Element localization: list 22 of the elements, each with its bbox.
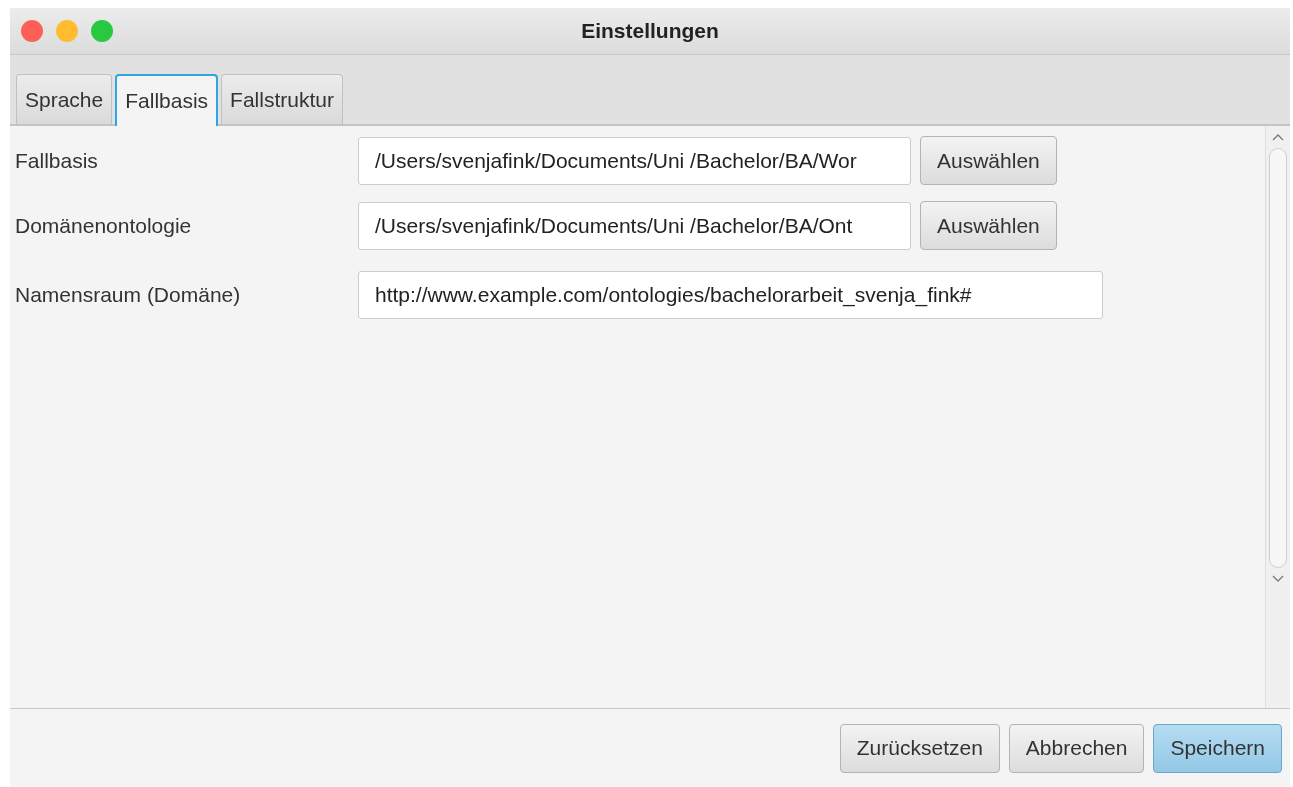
choose-button[interactable]: Auswählen — [920, 201, 1057, 250]
choose-button[interactable]: Auswählen — [920, 136, 1057, 185]
field-label: Namensraum (Domäne) — [14, 282, 242, 307]
scrollbar[interactable] — [1265, 126, 1290, 708]
close-icon[interactable] — [21, 20, 43, 42]
tab[interactable]: Fallstruktur — [221, 74, 343, 124]
input-field[interactable]: http://www.example.com/ontologies/bachelorarbeit_svenja_fink# — [358, 270, 1103, 319]
zoom-icon[interactable] — [91, 20, 113, 42]
input-field[interactable]: /Users/svenjafink/Documents/Uni /Bachelor/BA/Wor — [358, 136, 911, 185]
dialog-button[interactable]: Zurücksetzen — [839, 723, 1000, 773]
dialog-button[interactable]: Speichern — [1153, 723, 1282, 773]
field-label: Domänenontologie — [14, 213, 193, 238]
input-field[interactable]: /Users/svenjafink/Documents/Uni /Bachelor/BA/Ont — [358, 201, 911, 250]
scroll-thumb[interactable] — [1269, 148, 1287, 568]
scroll-up-icon[interactable] — [1271, 132, 1285, 142]
tab[interactable]: Fallbasis — [115, 74, 219, 126]
dialog-button[interactable]: Abbrechen — [1008, 723, 1145, 773]
minimize-icon[interactable] — [56, 20, 78, 42]
tab[interactable]: Sprache — [16, 74, 113, 124]
field-label: Fallbasis — [14, 148, 99, 173]
scroll-down-icon[interactable] — [1271, 574, 1285, 584]
window-title: Einstellungen — [581, 19, 719, 43]
